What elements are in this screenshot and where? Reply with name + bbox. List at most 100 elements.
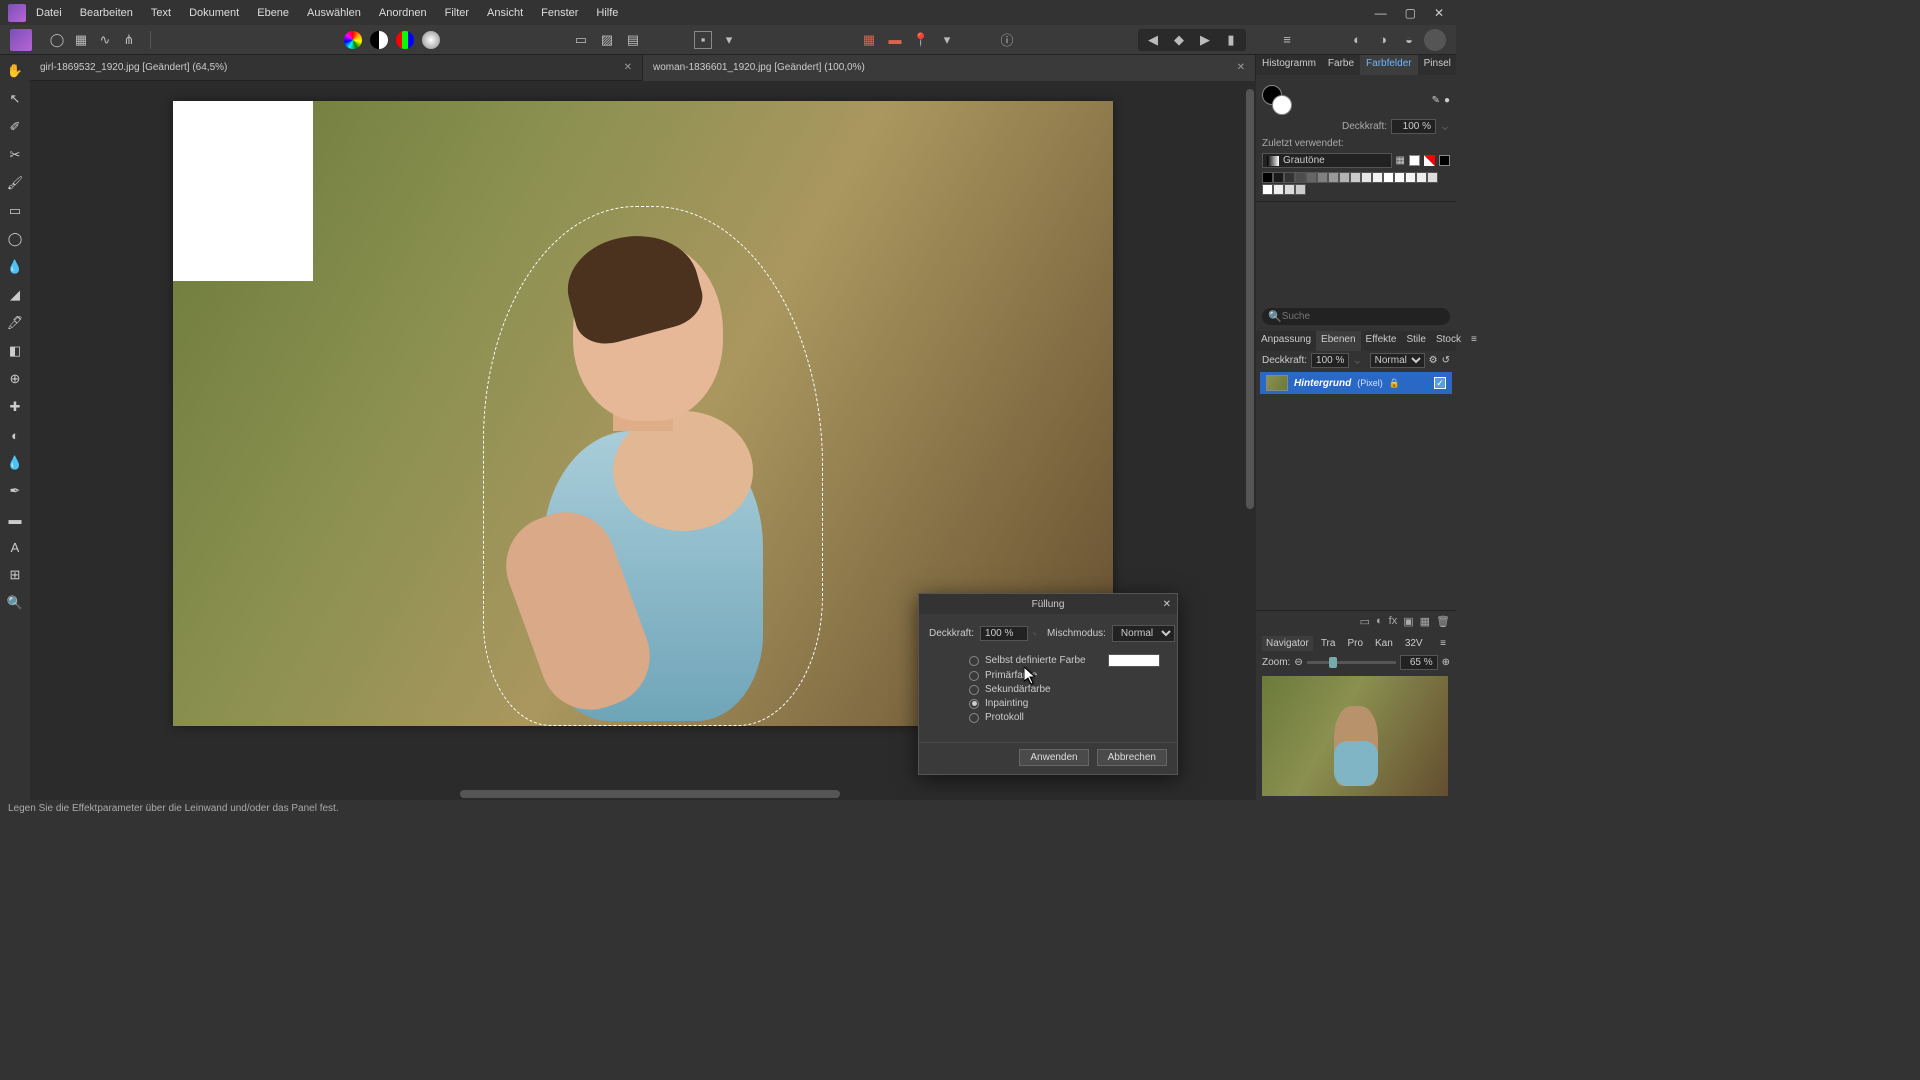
swatch[interactable] [1427, 172, 1438, 183]
lock-icon[interactable]: 🔒 [1389, 378, 1400, 389]
reset-icon[interactable]: ↺ [1442, 355, 1450, 366]
tab-32v[interactable]: 32V [1401, 636, 1427, 651]
swatch[interactable] [1284, 172, 1295, 183]
persona-liquify-icon[interactable]: ◯ [48, 31, 66, 49]
grid-icon[interactable]: ▦ [860, 31, 878, 49]
brush-tool-icon[interactable]: 🖊 [5, 313, 25, 333]
persona-photo-icon[interactable] [10, 29, 32, 51]
search-field[interactable]: 🔍 [1262, 308, 1450, 325]
swatch[interactable] [1372, 172, 1383, 183]
layer-visibility-checkbox[interactable]: ✓ [1434, 377, 1446, 389]
radio-custom-color[interactable] [969, 656, 979, 666]
tab-stock[interactable]: Stock [1431, 331, 1466, 351]
swatch[interactable] [1350, 172, 1361, 183]
swatch[interactable] [1394, 172, 1405, 183]
zoom-in-icon[interactable]: ⊕ [1442, 657, 1450, 668]
radio-secondary-color[interactable] [969, 685, 979, 695]
layer-opacity-field[interactable]: 100 % [1311, 353, 1349, 368]
pen-tool-icon[interactable]: ✒ [5, 481, 25, 501]
color-picker-tool-icon[interactable]: ✐ [5, 117, 25, 137]
tab-farbfelder[interactable]: Farbfelder [1360, 55, 1418, 75]
clone-tool-icon[interactable]: ⊕ [5, 369, 25, 389]
persona-export-icon[interactable]: ⋔ [120, 31, 138, 49]
swatch[interactable] [1273, 172, 1284, 183]
tab-farbe[interactable]: Farbe [1322, 55, 1360, 75]
tab-effekte[interactable]: Effekte [1361, 331, 1402, 351]
persona-tone-icon[interactable]: ∿ [96, 31, 114, 49]
dialog-close-icon[interactable]: ✕ [1163, 599, 1171, 610]
arrange-more-icon[interactable]: ▮ [1222, 31, 1240, 49]
hand-tool-icon[interactable]: ✋ [5, 61, 25, 81]
eraser-tool-icon[interactable]: ◧ [5, 341, 25, 361]
blur-tool-icon[interactable]: 💧 [5, 453, 25, 473]
search-input[interactable] [1282, 311, 1444, 322]
persona-develop-icon[interactable]: ▦ [72, 31, 90, 49]
zoom-slider[interactable] [1307, 661, 1396, 664]
mask-icon[interactable]: ▭ [1360, 615, 1370, 628]
foreground-background-color[interactable] [1262, 85, 1292, 115]
swatch[interactable] [1284, 184, 1295, 195]
tab-navigator[interactable]: Navigator [1262, 636, 1313, 651]
apply-button[interactable]: Anwenden [1019, 749, 1088, 766]
dropdown-icon[interactable]: ▾ [720, 31, 738, 49]
menu-datei[interactable]: Datei [36, 7, 62, 19]
zoom-value[interactable]: 65 % [1400, 655, 1438, 670]
snap1-icon[interactable]: ◐ [1348, 31, 1366, 49]
swatch[interactable] [1405, 172, 1416, 183]
lab-icon[interactable] [422, 31, 440, 49]
grid-view-icon[interactable]: ▦ [1396, 155, 1405, 166]
eyedropper-icon[interactable]: ✎ [1432, 95, 1440, 106]
palette-dropdown[interactable]: Grautöne [1262, 153, 1392, 168]
opacity-dropdown-icon[interactable] [1442, 124, 1448, 130]
menu-ansicht[interactable]: Ansicht [487, 7, 523, 19]
blend-mode-dropdown[interactable]: Normal [1370, 353, 1425, 368]
swatch[interactable] [1328, 172, 1339, 183]
quickmask-icon[interactable]: ▪ [694, 31, 712, 49]
selection-brush-tool-icon[interactable]: 🖌 [5, 173, 25, 193]
menu-text[interactable]: Text [151, 7, 171, 19]
swatch[interactable] [1306, 172, 1317, 183]
selection-minus-icon[interactable]: ▨ [598, 31, 616, 49]
tab-protokoll[interactable]: Pro [1343, 636, 1367, 651]
swatch[interactable] [1295, 172, 1306, 183]
arrange-left-icon[interactable]: ◀ [1144, 31, 1162, 49]
tab-close-icon[interactable]: ✕ [624, 62, 632, 73]
text-tool-icon[interactable]: A [5, 537, 25, 557]
opacity-field[interactable]: 100 % [1391, 119, 1436, 134]
menu-bearbeiten[interactable]: Bearbeiten [80, 7, 133, 19]
snap3-icon[interactable]: ◒ [1400, 31, 1418, 49]
dropdown-icon[interactable] [1355, 358, 1360, 363]
pin-icon[interactable]: 📍 [912, 31, 930, 49]
delete-layer-icon[interactable]: 🗑 [1436, 615, 1450, 628]
stack-icon[interactable]: ▬ [886, 31, 904, 49]
zoom-out-icon[interactable]: ⊖ [1294, 657, 1302, 668]
swatch[interactable] [1339, 172, 1350, 183]
rgb-icon[interactable] [396, 31, 414, 49]
swatch[interactable] [1262, 172, 1273, 183]
menu-filter[interactable]: Filter [445, 7, 469, 19]
tab-histogramm[interactable]: Histogramm [1256, 55, 1322, 75]
tab-pinsel[interactable]: Pinsel [1418, 55, 1457, 75]
mesh-tool-icon[interactable]: ⊞ [5, 565, 25, 585]
swatch[interactable] [1273, 184, 1284, 195]
panel-menu-icon[interactable]: ≡ [1436, 636, 1450, 651]
tab-ebenen[interactable]: Ebenen [1316, 331, 1360, 351]
arrange-right-icon[interactable]: ▶ [1196, 31, 1214, 49]
vertical-scrollbar[interactable] [1244, 81, 1256, 788]
lasso-tool-icon[interactable]: ◯ [5, 229, 25, 249]
menu-fenster[interactable]: Fenster [541, 7, 578, 19]
crop-tool-icon[interactable]: ✂ [5, 145, 25, 165]
zoom-tool-icon[interactable]: 🔍 [5, 593, 25, 613]
dodge-tool-icon[interactable]: ◐ [5, 425, 25, 445]
horizontal-scrollbar[interactable] [30, 788, 1244, 800]
close-icon[interactable]: ✕ [1430, 6, 1448, 20]
tab-woman[interactable]: woman-1836601_1920.jpg [Geändert] (100,0… [643, 55, 1256, 81]
align-icon[interactable]: ≡ [1278, 31, 1296, 49]
dialog-blend-dropdown[interactable]: Normal [1112, 625, 1175, 642]
swatch[interactable] [1416, 172, 1427, 183]
radio-primary-color[interactable] [969, 671, 979, 681]
swatch[interactable] [1361, 172, 1372, 183]
menu-auswaehlen[interactable]: Auswählen [307, 7, 361, 19]
marquee-icon[interactable]: ▭ [572, 31, 590, 49]
fx-icon[interactable]: fx [1389, 615, 1398, 628]
